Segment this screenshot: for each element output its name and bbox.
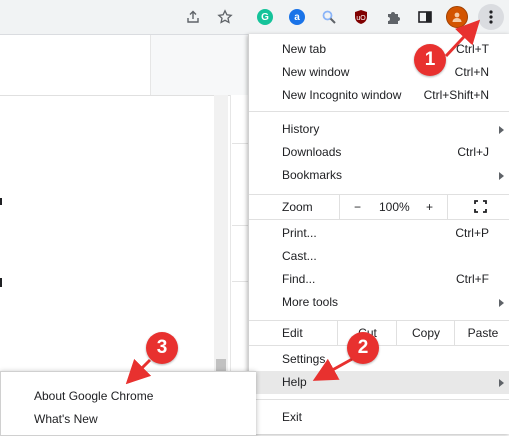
callout-badge-3: 3 <box>146 332 178 364</box>
callout-arrow-3 <box>125 358 152 385</box>
callout-arrow-1 <box>444 19 481 58</box>
callout-badge-1: 1 <box>414 44 446 76</box>
callout-arrow-2 <box>312 356 355 381</box>
callout-badge-2: 2 <box>347 332 379 364</box>
